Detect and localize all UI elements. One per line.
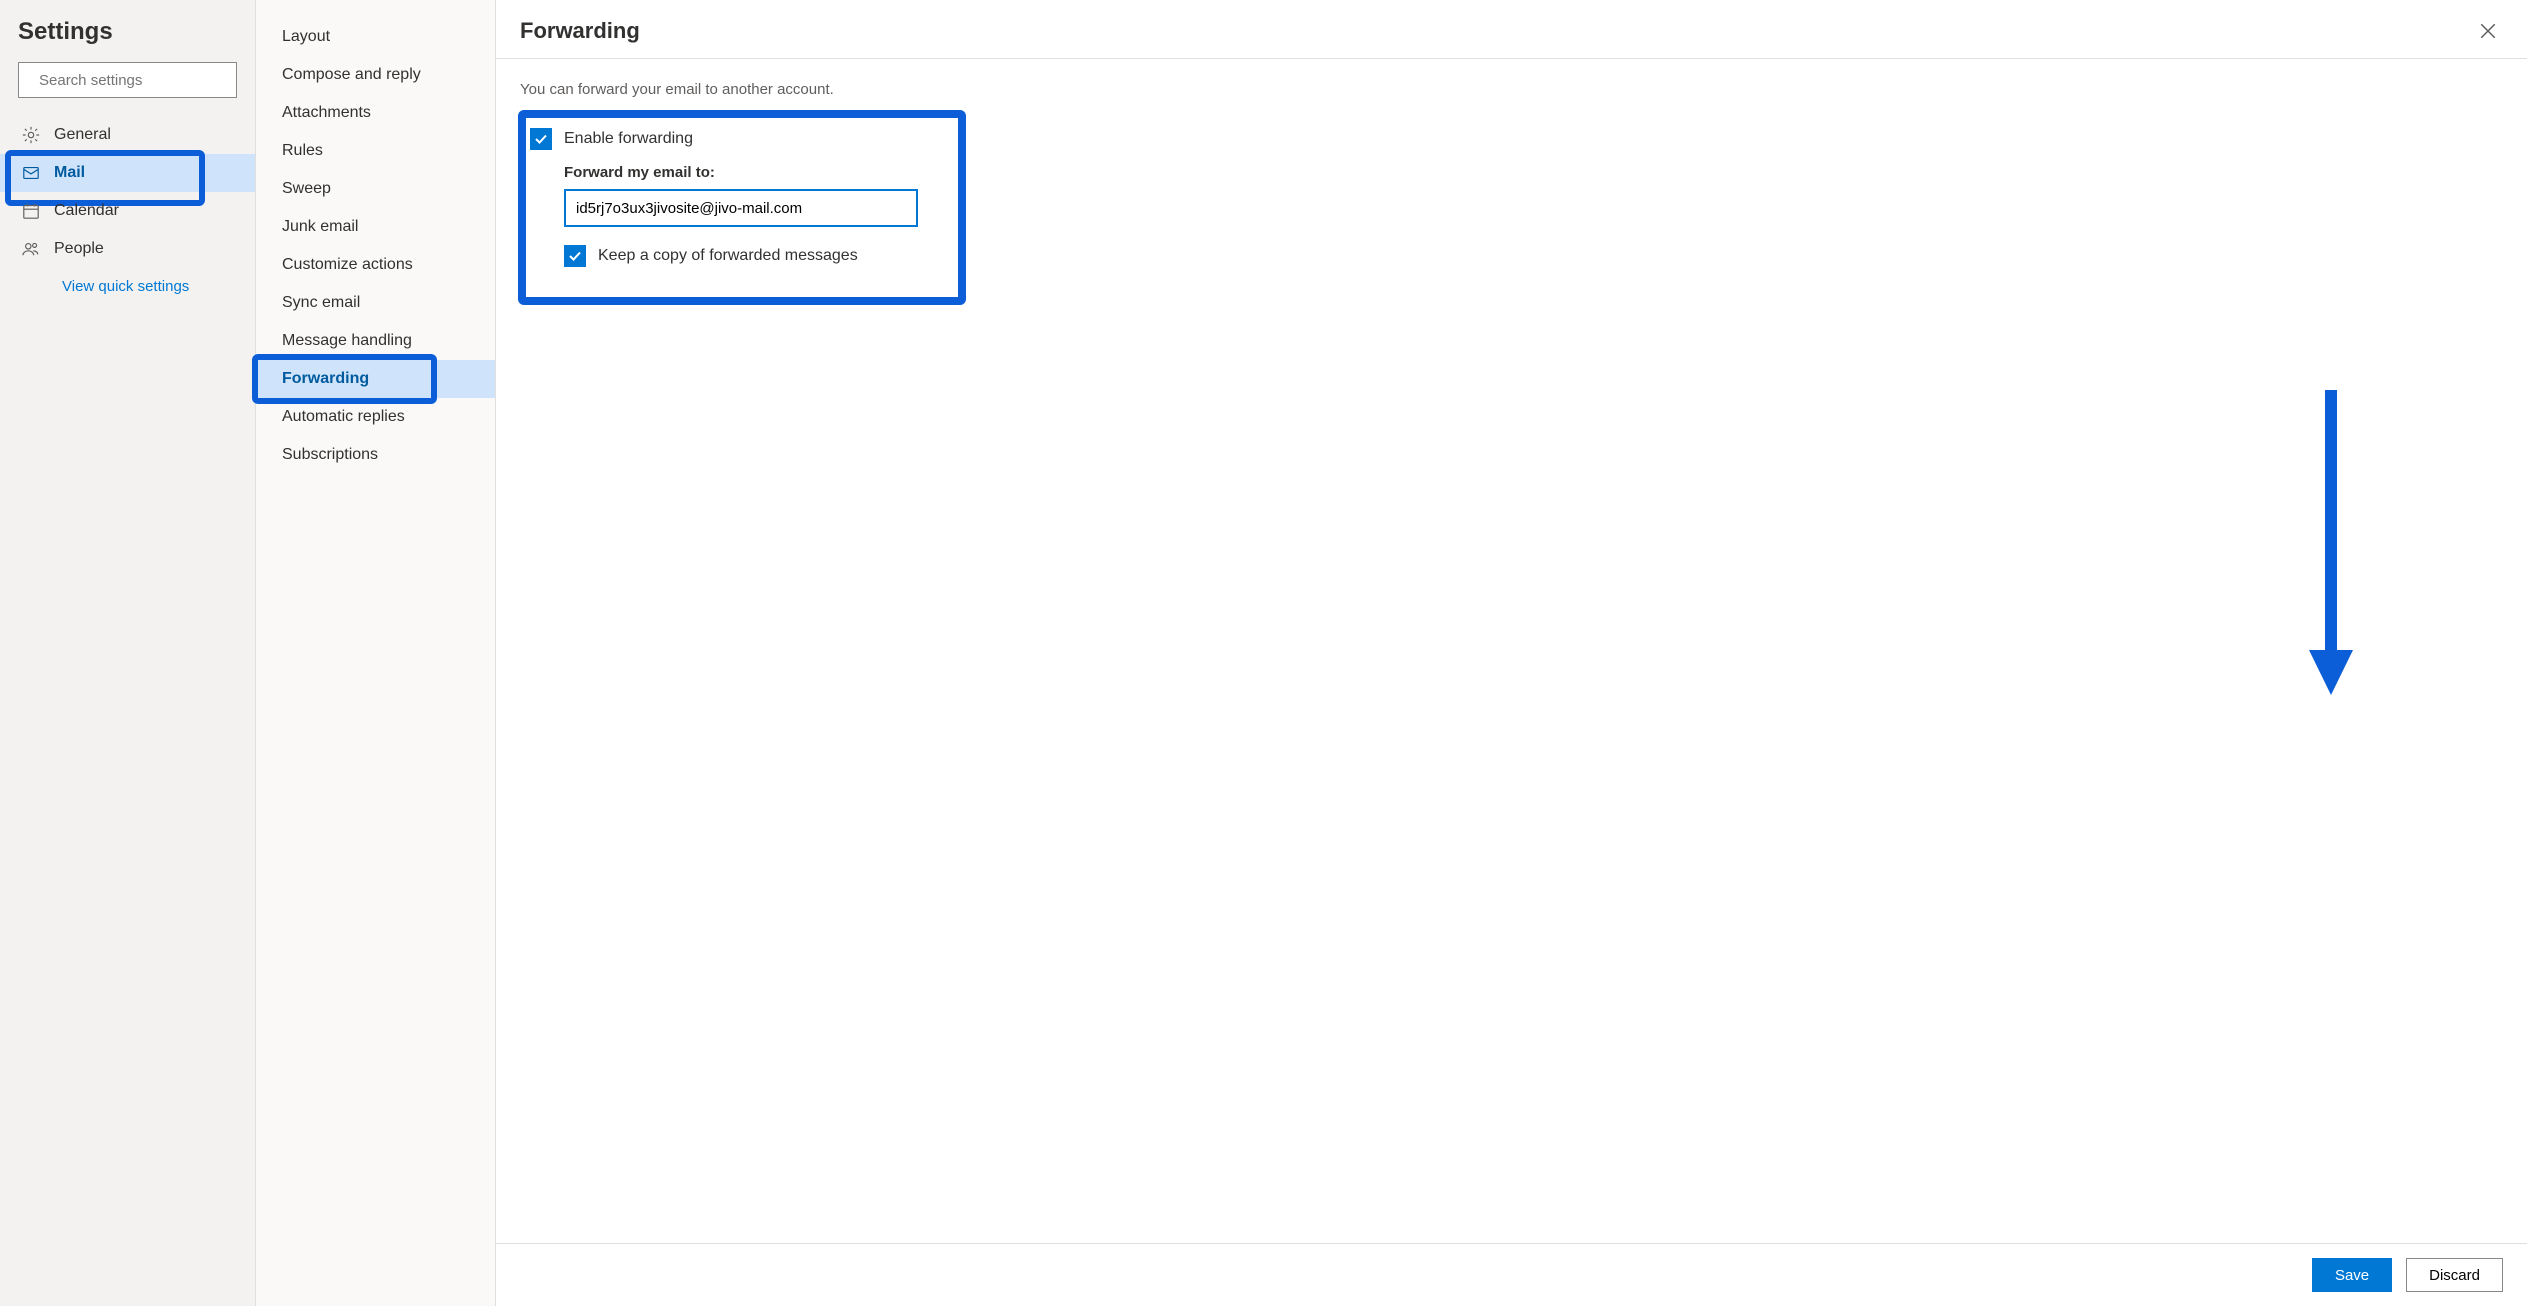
subnav-subscriptions[interactable]: Subscriptions	[256, 436, 495, 474]
main-body: You can forward your email to another ac…	[496, 59, 2527, 1243]
category-calendar[interactable]: Calendar	[0, 192, 255, 230]
subnav-customize[interactable]: Customize actions	[256, 246, 495, 284]
settings-title: Settings	[0, 18, 255, 62]
forward-to-input[interactable]	[564, 189, 918, 227]
people-icon	[22, 240, 40, 258]
subnav-compose[interactable]: Compose and reply	[256, 56, 495, 94]
subnav-forwarding[interactable]: Forwarding	[256, 360, 495, 398]
enable-forwarding-row[interactable]: Enable forwarding	[530, 128, 940, 150]
keep-copy-checkbox[interactable]	[564, 245, 586, 267]
category-label: Mail	[54, 164, 85, 182]
forward-to-label: Forward my email to:	[564, 164, 940, 181]
mail-icon	[22, 164, 40, 182]
main-panel: Forwarding You can forward your email to…	[496, 0, 2527, 1306]
category-label: People	[54, 240, 104, 258]
subnav-attachments[interactable]: Attachments	[256, 94, 495, 132]
subnav-label: Forwarding	[282, 370, 369, 387]
keep-copy-row[interactable]: Keep a copy of forwarded messages	[564, 245, 940, 267]
view-quick-settings-link[interactable]: View quick settings	[0, 268, 255, 305]
main-header: Forwarding	[496, 0, 2527, 59]
keep-copy-label: Keep a copy of forwarded messages	[598, 247, 858, 265]
gear-icon	[22, 126, 40, 144]
subnav-sweep[interactable]: Sweep	[256, 170, 495, 208]
enable-forwarding-checkbox[interactable]	[530, 128, 552, 150]
subnav-handling[interactable]: Message handling	[256, 322, 495, 360]
subnav-rules[interactable]: Rules	[256, 132, 495, 170]
search-settings[interactable]	[18, 62, 237, 98]
search-input[interactable]	[39, 72, 238, 89]
category-mail[interactable]: Mail	[0, 154, 255, 192]
category-list: General Mail Calendar People View quick …	[0, 116, 255, 305]
category-general[interactable]: General	[0, 116, 255, 154]
enable-forwarding-label: Enable forwarding	[564, 130, 693, 148]
category-label: Calendar	[54, 202, 119, 220]
intro-text: You can forward your email to another ac…	[520, 81, 2503, 98]
check-icon	[568, 249, 582, 263]
category-label: General	[54, 126, 111, 144]
save-button[interactable]: Save	[2312, 1258, 2392, 1292]
subnav-sync[interactable]: Sync email	[256, 284, 495, 322]
subnav-junk[interactable]: Junk email	[256, 208, 495, 246]
forwarding-group: Enable forwarding Forward my email to: K…	[520, 114, 960, 301]
close-icon[interactable]	[2479, 22, 2497, 40]
check-icon	[534, 132, 548, 146]
page-title: Forwarding	[520, 18, 640, 44]
mail-subnav: Layout Compose and reply Attachments Rul…	[256, 0, 496, 1306]
settings-sidebar: Settings General Mail Calendar	[0, 0, 256, 1306]
discard-button[interactable]: Discard	[2406, 1258, 2503, 1292]
category-people[interactable]: People	[0, 230, 255, 268]
calendar-icon	[22, 202, 40, 220]
main-footer: Save Discard	[496, 1243, 2527, 1306]
subnav-autoreply[interactable]: Automatic replies	[256, 398, 495, 436]
subnav-layout[interactable]: Layout	[256, 18, 495, 56]
